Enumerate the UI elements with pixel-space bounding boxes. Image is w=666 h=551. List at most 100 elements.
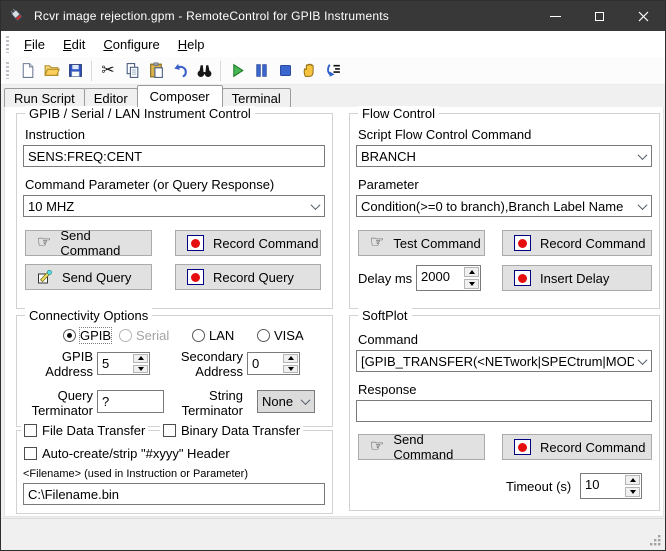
tab-run-script[interactable]: Run Script xyxy=(4,88,85,107)
send-command-button[interactable]: Send Command xyxy=(25,230,152,256)
radio-dot-icon xyxy=(192,329,205,342)
maximize-button[interactable] xyxy=(577,1,621,31)
query-pen-icon xyxy=(37,269,53,285)
timeout-spinner[interactable]: 10 xyxy=(580,473,642,499)
menu-help[interactable]: Help xyxy=(169,33,214,56)
combo-value: None xyxy=(258,394,297,409)
pause-icon xyxy=(253,62,270,79)
run-script-button[interactable] xyxy=(225,59,249,83)
spinner-value: 5 xyxy=(98,353,132,374)
record-icon xyxy=(187,269,204,285)
new-file-button[interactable] xyxy=(15,59,39,83)
checkbox-icon xyxy=(24,424,37,437)
record-query-button[interactable]: Record Query xyxy=(175,264,321,290)
close-button[interactable] xyxy=(621,1,665,31)
softplot-record-command-button[interactable]: Record Command xyxy=(502,434,652,460)
spin-down-icon[interactable] xyxy=(464,279,479,289)
spin-up-icon[interactable] xyxy=(464,267,479,277)
radio-lan[interactable]: LAN xyxy=(192,328,234,343)
menu-configure[interactable]: Configure xyxy=(94,33,168,56)
flow-command-combo[interactable]: BRANCH xyxy=(356,145,652,167)
spin-down-icon[interactable] xyxy=(625,487,640,497)
tab-editor[interactable]: Editor xyxy=(84,88,138,107)
spinner-arrows[interactable] xyxy=(463,266,480,290)
menubar-grip[interactable] xyxy=(6,36,9,53)
save-file-button[interactable] xyxy=(63,59,87,83)
pointing-hand-icon xyxy=(370,236,384,250)
test-command-button[interactable]: Test Command xyxy=(358,230,485,256)
query-terminator-input[interactable] xyxy=(97,390,164,413)
tab-composer[interactable]: Composer xyxy=(137,85,223,107)
resize-grip[interactable] xyxy=(649,534,662,547)
flow-command-label: Script Flow Control Command xyxy=(358,127,531,142)
spin-up-icon[interactable] xyxy=(625,475,640,485)
radio-serial[interactable]: Serial xyxy=(119,328,169,343)
flow-record-command-button[interactable]: Record Command xyxy=(502,230,652,256)
spin-down-icon[interactable] xyxy=(283,365,298,374)
radio-dot-icon xyxy=(257,329,270,342)
flow-parameter-combo[interactable]: Condition(>=0 to branch),Branch Label Na… xyxy=(356,195,652,217)
button-label: Insert Delay xyxy=(540,271,609,286)
minimize-button[interactable] xyxy=(533,1,577,31)
run-icon xyxy=(229,62,246,79)
group-flow-control: Flow Control Script Flow Control Command… xyxy=(349,113,660,309)
instruction-input[interactable] xyxy=(23,145,325,167)
spin-up-icon[interactable] xyxy=(283,354,298,363)
radio-gpib[interactable]: GPIB xyxy=(63,328,111,343)
radio-visa[interactable]: VISA xyxy=(257,328,304,343)
halt-button[interactable] xyxy=(297,59,321,83)
copy-icon xyxy=(124,62,141,79)
delay-spinner[interactable]: 2000 xyxy=(416,265,481,291)
goto-line-button[interactable] xyxy=(321,59,345,83)
string-terminator-combo[interactable]: None xyxy=(257,390,315,413)
delay-label: Delay ms xyxy=(358,271,412,286)
spin-down-icon[interactable] xyxy=(133,365,148,374)
menu-file[interactable]: File xyxy=(15,33,54,56)
chevron-down-icon xyxy=(634,196,651,216)
menu-edit[interactable]: Edit xyxy=(54,33,94,56)
binary-data-transfer-checkbox[interactable]: Binary Data Transfer xyxy=(160,423,303,438)
paste-button[interactable] xyxy=(144,59,168,83)
spinner-arrows[interactable] xyxy=(624,474,641,498)
group-title: Connectivity Options xyxy=(25,308,152,323)
send-query-button[interactable]: Send Query xyxy=(25,264,152,290)
gpib-address-spinner[interactable]: 5 xyxy=(97,352,150,375)
radio-dot-icon xyxy=(63,329,76,342)
spin-up-icon[interactable] xyxy=(133,354,148,363)
pointing-hand-icon xyxy=(370,440,384,454)
softplot-response-input[interactable] xyxy=(356,400,652,422)
cut-button[interactable]: ✂ xyxy=(96,59,120,83)
stop-script-button[interactable] xyxy=(273,59,297,83)
secondary-address-spinner[interactable]: 0 xyxy=(247,352,300,375)
button-label: Record Command xyxy=(540,236,646,251)
undo-button[interactable] xyxy=(168,59,192,83)
open-file-button[interactable] xyxy=(39,59,63,83)
record-command-button[interactable]: Record Command xyxy=(175,230,321,256)
statusbar xyxy=(1,518,665,550)
file-data-transfer-checkbox[interactable]: File Data Transfer xyxy=(21,423,148,438)
save-file-icon xyxy=(67,62,84,79)
tab-terminal[interactable]: Terminal xyxy=(222,88,291,107)
pause-script-button[interactable] xyxy=(249,59,273,83)
filename-input[interactable] xyxy=(23,483,325,505)
group-instrument-control: GPIB / Serial / LAN Instrument Control I… xyxy=(16,113,333,309)
combo-value: BRANCH xyxy=(357,149,634,164)
auto-header-checkbox[interactable]: Auto-create/strip "#xyyy" Header xyxy=(21,446,233,461)
softplot-command-combo[interactable]: [GPIB_TRANSFER(<NETwork|SPECtrum|MOD xyxy=(356,350,652,372)
spinner-arrows[interactable] xyxy=(132,353,149,374)
toolbar-grip[interactable] xyxy=(6,62,9,79)
record-icon xyxy=(187,235,204,251)
softplot-send-command-button[interactable]: Send Command xyxy=(358,434,485,460)
app-window: Rcvr image rejection.gpm - RemoteControl… xyxy=(0,0,666,551)
copy-button[interactable] xyxy=(120,59,144,83)
command-parameter-label: Command Parameter (or Query Response) xyxy=(25,177,274,192)
group-title: GPIB / Serial / LAN Instrument Control xyxy=(25,106,255,121)
find-button[interactable] xyxy=(192,59,216,83)
filename-hint-label: <Filename> (used in Instruction or Param… xyxy=(23,468,248,480)
command-parameter-combo[interactable]: 10 MHZ xyxy=(23,195,325,217)
spinner-arrows[interactable] xyxy=(282,353,299,374)
insert-delay-button[interactable]: Insert Delay xyxy=(502,265,652,291)
minimize-icon xyxy=(550,16,561,17)
timeout-label: Timeout (s) xyxy=(506,479,571,494)
toolbar: ✂ xyxy=(1,57,665,85)
